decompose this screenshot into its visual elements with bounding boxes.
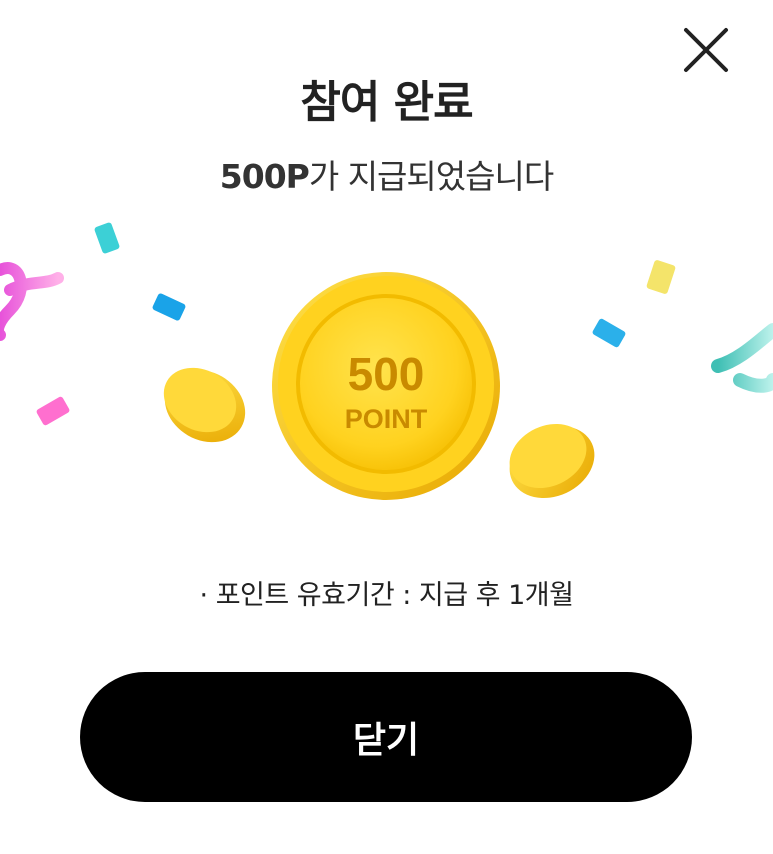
small-coin-left — [163, 367, 246, 443]
validity-info: · 포인트 유효기간 : 지급 후 1개월 — [199, 580, 574, 611]
pink-ribbon-decoration — [0, 262, 64, 341]
teal-ribbon-decoration — [711, 323, 773, 393]
dialog-title: 참여 완료 — [300, 77, 473, 128]
point-coin: 500 POINT — [272, 272, 500, 500]
coin-unit: POINT — [345, 404, 428, 434]
close-button[interactable]: 닫기 — [80, 672, 692, 802]
reward-message-text: 가 지급되었습니다 — [308, 157, 554, 196]
reward-amount: 500P — [219, 157, 310, 196]
coin-value: 500 — [348, 348, 425, 400]
reward-message: 500P가 지급되었습니다 — [0, 150, 773, 198]
coin-illustration: 500 POINT — [0, 222, 773, 500]
small-coin-right — [509, 423, 595, 498]
